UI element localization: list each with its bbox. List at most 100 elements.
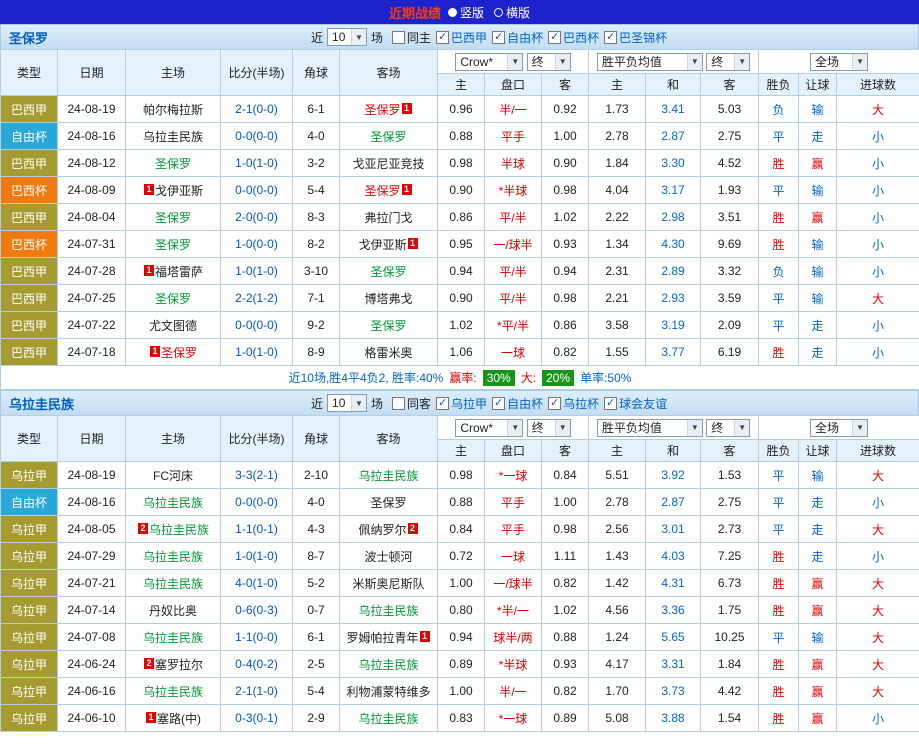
home-team-cell: 1圣保罗 <box>126 339 221 366</box>
away-team-name[interactable]: 圣保罗 <box>370 265 406 279</box>
home-team-name[interactable]: 乌拉圭民族 <box>143 577 203 591</box>
wdl-result-cell: 胜 <box>759 543 799 570</box>
checkbox-checked[interactable]: ✓ <box>604 31 617 44</box>
match-date: 24-06-24 <box>58 651 126 678</box>
home-team-name[interactable]: 圣保罗 <box>155 157 191 171</box>
home-team-cell: 1戈伊亚斯 <box>126 177 221 204</box>
chevron-down-icon: ▼ <box>852 420 867 436</box>
checkbox-checked[interactable]: ✓ <box>436 397 449 410</box>
home-team-name[interactable]: 帕尔梅拉斯 <box>143 103 203 117</box>
away-team-name[interactable]: 戈伊亚斯 <box>358 238 406 252</box>
checkbox-checked[interactable]: ✓ <box>548 397 561 410</box>
match-row: 乌拉甲24-07-08乌拉圭民族1-1(0-0)6-1罗姆帕拉青年10.94球半… <box>1 624 919 651</box>
away-team-name[interactable]: 米斯奥尼斯队 <box>352 577 424 591</box>
home-team-name[interactable]: 乌拉圭民族 <box>143 496 203 510</box>
checkbox-checked[interactable]: ✓ <box>548 31 561 44</box>
team-name-link[interactable]: 圣保罗 <box>9 28 311 47</box>
home-team-cell: 圣保罗 <box>126 285 221 312</box>
away-team-name[interactable]: 弗拉门戈 <box>364 211 412 225</box>
col-header-avg-draw: 和 <box>646 74 701 96</box>
col-header-goals: 进球数 <box>837 74 919 96</box>
odds-state-select[interactable]: 终▼ <box>527 419 571 437</box>
home-team-name[interactable]: 圣保罗 <box>155 211 191 225</box>
match-date: 24-07-14 <box>58 597 126 624</box>
checkbox-checked[interactable]: ✓ <box>492 397 505 410</box>
bookmaker-select[interactable]: Crow*▼ <box>455 419 523 437</box>
home-team-name[interactable]: 丹奴比奥 <box>149 604 197 618</box>
away-team-name[interactable]: 利物浦蒙特维多 <box>346 685 430 699</box>
layout-radio-横版[interactable]: 横版 <box>494 4 530 21</box>
home-team-name[interactable]: 尤文图德 <box>149 319 197 333</box>
match-count-select[interactable]: 10▼ <box>327 28 367 46</box>
match-row: 乌拉甲24-07-29乌拉圭民族1-0(1-0)8-7波士顿河0.72一球1.1… <box>1 543 919 570</box>
avg-odds-cell: 3.58 <box>589 312 646 339</box>
odds-cell: 0.88 <box>438 123 485 150</box>
corner-cell: 6-1 <box>293 624 340 651</box>
away-team-name[interactable]: 格雷米奥 <box>364 346 412 360</box>
avg-odds-cell: 2.75 <box>701 123 759 150</box>
home-team-name[interactable]: 乌拉圭民族 <box>149 523 209 537</box>
bookmaker-select[interactable]: Crow*▼ <box>455 53 523 71</box>
league-badge: 乌拉甲 <box>1 597 58 624</box>
away-team-name[interactable]: 圣保罗 <box>370 130 406 144</box>
away-team-name[interactable]: 佩纳罗尔 <box>358 523 406 537</box>
checkbox-checked[interactable]: ✓ <box>492 31 505 44</box>
col-header-date: 日期 <box>58 416 126 462</box>
home-team-name[interactable]: 塞罗拉尔 <box>155 658 203 672</box>
away-team-name[interactable]: 乌拉圭民族 <box>358 712 418 726</box>
away-team-name[interactable]: 乌拉圭民族 <box>358 469 418 483</box>
home-team-name[interactable]: 乌拉圭民族 <box>143 685 203 699</box>
home-team-name[interactable]: 乌拉圭民族 <box>143 631 203 645</box>
score-cell: 2-1(1-0) <box>221 678 293 705</box>
away-team-name[interactable]: 波士顿河 <box>364 550 412 564</box>
scope-select[interactable]: 全场▼ <box>810 53 868 71</box>
checkbox-unchecked[interactable] <box>392 31 405 44</box>
away-team-name[interactable]: 乌拉圭民族 <box>358 604 418 618</box>
away-team-name[interactable]: 乌拉圭民族 <box>358 658 418 672</box>
average-select[interactable]: 胜平负均值▼ <box>597 419 703 437</box>
avg-odds-cell: 10.25 <box>701 624 759 651</box>
away-team-cell: 博塔弗戈 <box>340 285 438 312</box>
home-team-name[interactable]: FC河床 <box>153 469 193 483</box>
handicap-cell: *半球 <box>485 177 542 204</box>
away-team-name[interactable]: 罗姆帕拉青年 <box>346 631 418 645</box>
average-select[interactable]: 胜平负均值▼ <box>597 53 703 71</box>
odds-cell: 0.98 <box>542 285 589 312</box>
league-filter-item: ✓乌拉杯 <box>548 395 599 412</box>
away-team-name[interactable]: 圣保罗 <box>364 184 400 198</box>
handicap-cell: 平手 <box>485 123 542 150</box>
home-team-name[interactable]: 圣保罗 <box>155 238 191 252</box>
home-team-name[interactable]: 乌拉圭民族 <box>143 550 203 564</box>
average-selects-cell: 胜平负均值▼ 终▼ <box>589 416 759 440</box>
away-team-name[interactable]: 圣保罗 <box>364 103 400 117</box>
checkbox-unchecked[interactable] <box>392 397 405 410</box>
home-team-name[interactable]: 圣保罗 <box>155 292 191 306</box>
home-team-name[interactable]: 圣保罗 <box>161 346 197 360</box>
layout-radio-竖版[interactable]: 竖版 <box>448 4 484 21</box>
home-team-name[interactable]: 福塔雷萨 <box>155 265 203 279</box>
average-state-select[interactable]: 终▼ <box>706 53 750 71</box>
match-row: 巴西甲24-07-181圣保罗1-0(1-0)8-9格雷米奥1.06一球0.82… <box>1 339 919 366</box>
home-team-name[interactable]: 乌拉圭民族 <box>143 130 203 144</box>
match-date: 24-08-19 <box>58 96 126 123</box>
checkbox-checked[interactable]: ✓ <box>436 31 449 44</box>
away-team-name[interactable]: 圣保罗 <box>370 496 406 510</box>
home-team-cell: 圣保罗 <box>126 150 221 177</box>
checkbox-checked[interactable]: ✓ <box>604 397 617 410</box>
odds-state-select[interactable]: 终▼ <box>527 53 571 71</box>
scope-select[interactable]: 全场▼ <box>810 419 868 437</box>
average-state-select[interactable]: 终▼ <box>706 419 750 437</box>
match-count-select[interactable]: 10▼ <box>327 394 367 412</box>
away-team-name[interactable]: 戈亚尼亚竞技 <box>352 157 424 171</box>
match-row: 巴西甲24-07-22尤文图德0-0(0-0)9-2圣保罗1.02*平/半0.8… <box>1 312 919 339</box>
away-team-name[interactable]: 博塔弗戈 <box>364 292 412 306</box>
avg-odds-cell: 4.03 <box>646 543 701 570</box>
match-row: 乌拉甲24-06-101塞路(中)0-3(0-1)2-9乌拉圭民族0.83*一球… <box>1 705 919 732</box>
average-value: 胜平负均值 <box>602 53 662 70</box>
radio-label: 横版 <box>506 4 530 21</box>
home-team-name[interactable]: 戈伊亚斯 <box>155 184 203 198</box>
wdl-result-cell: 胜 <box>759 204 799 231</box>
home-team-name[interactable]: 塞路(中) <box>157 712 201 726</box>
away-team-name[interactable]: 圣保罗 <box>370 319 406 333</box>
team-name-link[interactable]: 乌拉圭民族 <box>9 394 311 413</box>
